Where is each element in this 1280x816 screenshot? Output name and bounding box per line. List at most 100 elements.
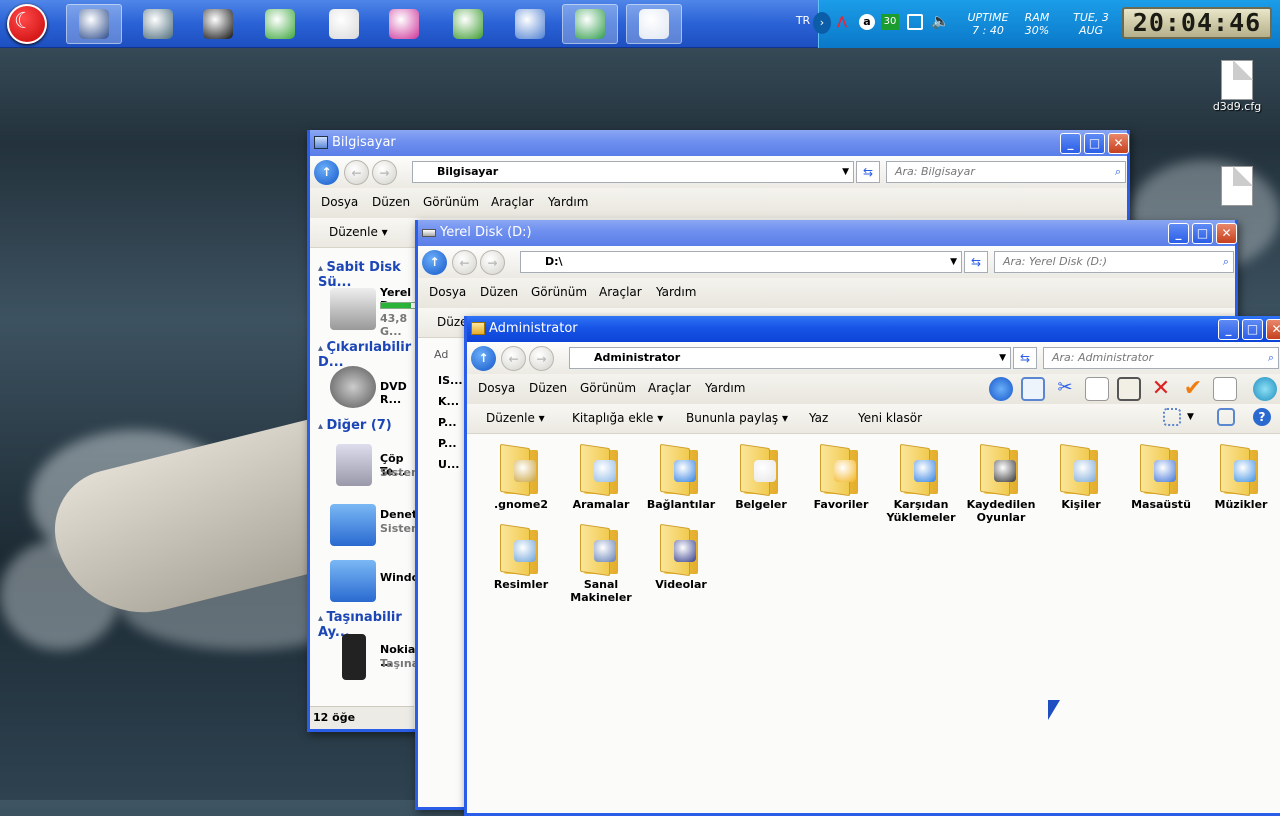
search-icon[interactable]: ⌕ xyxy=(1223,252,1229,272)
title-bar[interactable]: Administrator _ □ ✕ xyxy=(467,316,1280,342)
folder-item[interactable]: Videolar xyxy=(641,523,721,591)
group-header-portable[interactable]: Taşınabilir Ay... xyxy=(318,610,420,640)
forward-button[interactable]: → xyxy=(372,160,397,185)
menu-tools[interactable]: Araçlar xyxy=(491,195,534,209)
desktop-icon-file[interactable]: d3d9.cfg xyxy=(1205,60,1269,113)
folder-item[interactable]: Resimler xyxy=(481,523,561,591)
taskbar-button[interactable] xyxy=(316,4,372,44)
title-bar[interactable]: Yerel Disk (D:) _ □ ✕ xyxy=(418,220,1237,246)
menu-help[interactable]: Yardım xyxy=(548,195,588,209)
folder-item[interactable]: Aramalar xyxy=(561,443,641,511)
back-arrow-button[interactable]: ← xyxy=(344,160,369,185)
menu-tools[interactable]: Araçlar xyxy=(599,285,642,299)
add-to-library-button[interactable]: Kitaplığa ekle ▾ xyxy=(572,411,663,425)
at-icon[interactable]: a xyxy=(859,14,875,30)
menu-help[interactable]: Yardım xyxy=(656,285,696,299)
refresh-button[interactable]: ⇆ xyxy=(1013,347,1037,369)
maximize-button[interactable]: □ xyxy=(1242,319,1263,340)
folder-item[interactable]: Bağlantılar xyxy=(641,443,721,511)
menu-edit[interactable]: Düzen xyxy=(372,195,410,209)
folder-item[interactable]: Belgeler xyxy=(721,443,801,511)
taskbar-button[interactable] xyxy=(440,4,496,44)
close-button[interactable]: ✕ xyxy=(1216,223,1237,244)
taskbar-button[interactable] xyxy=(502,4,558,44)
burn-button[interactable]: Yaz xyxy=(809,411,828,425)
forward-button[interactable]: → xyxy=(480,250,505,275)
digital-clock[interactable]: 20:04:46 xyxy=(1122,7,1272,39)
folder-item[interactable]: Kişiler xyxy=(1041,443,1121,511)
minimize-button[interactable]: _ xyxy=(1060,133,1081,154)
address-field[interactable]: Bilgisayar ▼ xyxy=(412,161,854,183)
up-arrow-icon[interactable] xyxy=(989,377,1013,401)
start-button[interactable]: ☾ xyxy=(7,4,47,44)
taskbar-button[interactable] xyxy=(130,4,186,44)
minimize-button[interactable]: _ xyxy=(1168,223,1189,244)
back-arrow-button[interactable]: ← xyxy=(452,250,477,275)
list-item[interactable]: IS... xyxy=(438,374,463,387)
taskbar-button[interactable] xyxy=(562,4,618,44)
maximize-button[interactable]: □ xyxy=(1192,223,1213,244)
minimize-button[interactable]: _ xyxy=(1218,319,1239,340)
folder-item[interactable]: Müzikler xyxy=(1201,443,1280,511)
address-field[interactable]: D:\ ▼ xyxy=(520,251,962,273)
paste-icon[interactable] xyxy=(1117,377,1141,401)
menu-edit[interactable]: Düzen xyxy=(529,381,567,395)
search-input[interactable]: Ara: Bilgisayar ⌕ xyxy=(886,161,1126,183)
folder-item[interactable]: .gnome2 xyxy=(481,443,561,511)
back-button[interactable]: ↑ xyxy=(314,160,339,185)
mail-icon[interactable] xyxy=(1213,377,1237,401)
back-button[interactable]: ↑ xyxy=(422,250,447,275)
tray-expand-icon[interactable]: › xyxy=(813,12,831,34)
search-input[interactable]: Ara: Administrator ⌕ xyxy=(1043,347,1279,369)
chevron-down-icon[interactable]: ▼ xyxy=(842,162,849,182)
refresh-button[interactable]: ⇆ xyxy=(964,251,988,273)
forward-button[interactable]: → xyxy=(529,346,554,371)
menu-view[interactable]: Görünüm xyxy=(531,285,587,299)
shell-icon[interactable] xyxy=(1253,377,1277,401)
menu-tools[interactable]: Araçlar xyxy=(648,381,691,395)
list-item[interactable]: P... xyxy=(438,437,457,450)
folder-item[interactable]: Masaüstü xyxy=(1121,443,1201,511)
window-administrator[interactable]: Administrator _ □ ✕ ↑ ← → Administrator ▼… xyxy=(464,316,1280,816)
menu-file[interactable]: Dosya xyxy=(321,195,358,209)
checkmark-icon[interactable]: ✔ xyxy=(1181,377,1205,401)
tray-badge[interactable]: 30 xyxy=(881,14,899,30)
volume-icon[interactable]: 🔈 xyxy=(931,12,950,30)
search-icon[interactable]: ⌕ xyxy=(1115,162,1121,182)
address-field[interactable]: Administrator ▼ xyxy=(569,347,1011,369)
taskbar-button[interactable] xyxy=(190,4,246,44)
refresh-button[interactable]: ⇆ xyxy=(856,161,880,183)
desktop-icon-shortcut[interactable] xyxy=(1205,166,1269,206)
taskbar-button[interactable] xyxy=(252,4,308,44)
menu-help[interactable]: Yardım xyxy=(705,381,745,395)
graph-icon[interactable]: ⋀ xyxy=(837,14,853,30)
menu-edit[interactable]: Düzen xyxy=(480,285,518,299)
search-input[interactable]: Ara: Yerel Disk (D:) ⌕ xyxy=(994,251,1234,273)
taskbar-button[interactable] xyxy=(66,4,122,44)
copy-icon[interactable] xyxy=(1085,377,1109,401)
network-icon[interactable] xyxy=(907,14,923,30)
delete-icon[interactable]: ✕ xyxy=(1149,377,1173,401)
close-button[interactable]: ✕ xyxy=(1266,319,1280,340)
column-header-name[interactable]: Ad xyxy=(434,348,448,361)
taskbar-button[interactable] xyxy=(626,4,682,44)
organize-button[interactable]: Düzenle ▾ xyxy=(329,225,388,239)
close-button[interactable]: ✕ xyxy=(1108,133,1129,154)
back-arrow-button[interactable]: ← xyxy=(501,346,526,371)
share-with-button[interactable]: Bununla paylaş ▾ xyxy=(686,411,788,425)
menu-view[interactable]: Görünüm xyxy=(423,195,479,209)
menu-view[interactable]: Görünüm xyxy=(580,381,636,395)
new-folder-button[interactable]: Yeni klasör xyxy=(858,411,922,425)
organize-button[interactable]: Düzenle ▾ xyxy=(486,411,545,425)
language-indicator[interactable]: TR xyxy=(791,14,815,27)
folder-item[interactable]: Kaydedilen Oyunlar xyxy=(961,443,1041,524)
cut-icon[interactable]: ✂ xyxy=(1053,377,1077,401)
folder-item[interactable]: Karşıdan Yüklemeler xyxy=(881,443,961,524)
search-icon[interactable]: ⌕ xyxy=(1268,348,1274,368)
chevron-down-icon[interactable]: ▼ xyxy=(1187,412,1194,422)
list-item[interactable]: P... xyxy=(438,416,457,429)
folder-item[interactable]: Favoriler xyxy=(801,443,881,511)
chevron-down-icon[interactable]: ▼ xyxy=(950,252,957,272)
back-button[interactable]: ↑ xyxy=(471,346,496,371)
maximize-button[interactable]: □ xyxy=(1084,133,1105,154)
